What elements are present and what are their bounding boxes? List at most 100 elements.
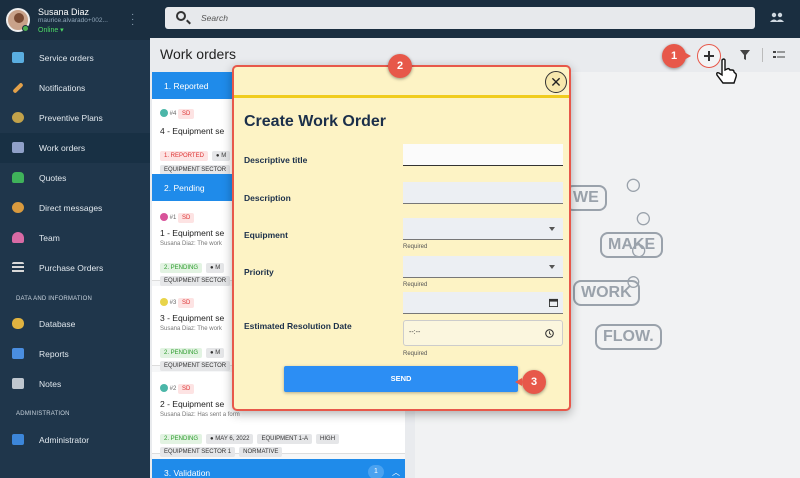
sector-badge: EQUIPMENT SECTOR — [160, 361, 231, 371]
sidebar-item-label: Notes — [39, 379, 62, 389]
profile-panel[interactable]: Susana Diaz maurice.alvarado+002... Onli… — [0, 0, 150, 40]
priority-badge: HIGH — [316, 434, 340, 444]
step-marker-3: 3 — [522, 370, 546, 394]
sidebar-item-label: Team — [39, 233, 60, 243]
descriptive-title-input[interactable] — [403, 144, 563, 166]
section-data-information: DATA AND INFORMATION — [16, 296, 93, 302]
section-administration: ADMINISTRATION — [16, 411, 70, 417]
sidebar-item-quotes[interactable]: Quotes — [0, 163, 150, 193]
order-comment: Susana Diaz: The work — [160, 326, 222, 332]
sidebar-item-notifications[interactable]: Notifications — [0, 73, 150, 103]
team-icon — [12, 232, 24, 243]
calendar-icon — [12, 112, 24, 123]
sidebar-item-preventive-plans[interactable]: Preventive Plans — [0, 103, 150, 133]
sidebar-item-label: Service orders — [39, 53, 94, 63]
user-badge: SD — [178, 298, 195, 308]
online-status-dot — [22, 25, 29, 32]
required-hint: Required — [403, 244, 428, 250]
briefcase-icon — [12, 52, 24, 63]
order-comment: Susana Diaz: The work — [160, 241, 222, 247]
sidebar-item-label: Quotes — [39, 173, 67, 183]
order-title: 4 - Equipment se — [160, 126, 225, 136]
sidebar-item-label: Database — [39, 319, 76, 329]
order-title: 1 - Equipment se — [160, 228, 225, 238]
close-icon: ✕ — [550, 74, 562, 90]
sidebar-item-purchase-orders[interactable]: Purchase Orders — [0, 253, 150, 283]
normative-badge: NORMATIVE — [239, 447, 283, 457]
group-header-validation[interactable]: 3. Validation 1 ︿ — [152, 459, 405, 478]
calendar-icon[interactable] — [549, 298, 558, 307]
plus-icon-vertical — [708, 51, 710, 61]
order-title: 2 - Equipment se — [160, 399, 225, 409]
sidebar-item-administrator[interactable]: Administrator — [0, 425, 150, 455]
create-work-order-modal: ✕ Create Work Order Descriptive title De… — [232, 65, 571, 411]
close-button[interactable]: ✕ — [545, 71, 567, 93]
people-icon[interactable] — [770, 12, 784, 22]
toolbox-icon — [12, 142, 24, 153]
date-input[interactable] — [403, 292, 563, 314]
search-icon — [176, 11, 186, 21]
order-comment: Susana Diaz: Has sent a form — [160, 412, 240, 418]
sidebar-item-database[interactable]: Database — [0, 309, 150, 339]
profile-status[interactable]: Online ▾ — [38, 26, 64, 34]
chat-icon — [12, 202, 24, 213]
page-title: Work orders — [160, 46, 236, 62]
required-hint: Required — [403, 282, 428, 288]
profile-email: maurice.alvarado+002... — [38, 17, 108, 24]
order-number: #3 — [169, 300, 177, 306]
checklist-icon[interactable] — [773, 50, 785, 60]
sidebar-item-label: Preventive Plans — [39, 113, 103, 123]
sidebar-item-direct-messages[interactable]: Direct messages — [0, 193, 150, 223]
profile-name: Susana Diaz — [38, 7, 90, 17]
reports-icon — [12, 348, 24, 359]
more-vertical-icon[interactable]: · · · — [131, 10, 134, 30]
step-marker-1: 1 — [662, 44, 686, 68]
modal-title: Create Work Order — [244, 113, 386, 130]
send-button[interactable]: SEND — [284, 366, 518, 392]
sidebar-item-work-orders[interactable]: Work orders — [0, 133, 150, 163]
step-pointer — [515, 378, 522, 386]
robot-illustration — [626, 178, 650, 288]
group-label: 3. Validation — [164, 468, 211, 478]
sidebar-item-reports[interactable]: Reports — [0, 339, 150, 369]
search-bar[interactable]: Search — [165, 7, 755, 29]
search-input[interactable]: Search — [201, 13, 228, 23]
order-number: #2 — [169, 386, 177, 392]
sidebar-item-team[interactable]: Team — [0, 223, 150, 253]
priority-select[interactable] — [403, 256, 563, 278]
sidebar-item-notes[interactable]: Notes — [0, 369, 150, 399]
group-label: 2. Pending — [164, 183, 205, 193]
order-number: #4 — [169, 111, 177, 117]
descriptive-title-label: Descriptive title — [244, 155, 308, 165]
required-hint: Required — [403, 351, 428, 357]
description-input[interactable] — [403, 182, 563, 204]
database-icon — [12, 318, 24, 329]
folder-icon — [12, 378, 24, 389]
sidebar: Susana Diaz maurice.alvarado+002... Onli… — [0, 0, 150, 478]
chevron-up-icon[interactable]: ︿ — [392, 467, 400, 478]
caret-down-icon — [549, 227, 555, 231]
priority-label: Priority — [244, 267, 274, 277]
user-badge: SD — [178, 213, 195, 223]
group-label: 1. Reported — [164, 81, 209, 91]
step-marker-2: 2 — [388, 54, 412, 78]
modal-accent-line — [234, 95, 569, 98]
admin-icon — [12, 434, 24, 445]
order-number: #1 — [169, 215, 177, 221]
equipment-label: Equipment — [244, 230, 288, 240]
filter-icon[interactable] — [740, 50, 750, 60]
time-input[interactable]: --:-- — [403, 320, 563, 346]
sliders-icon — [12, 262, 24, 273]
sidebar-item-service-orders[interactable]: Service orders — [0, 43, 150, 73]
illustration-word: WE — [565, 185, 607, 211]
sidebar-item-label: Work orders — [39, 143, 86, 153]
estimated-date-label: Estimated Resolution Date — [244, 321, 352, 331]
clock-icon[interactable] — [545, 329, 554, 338]
group-count: 1 — [368, 465, 384, 478]
equipment-select[interactable] — [403, 218, 563, 240]
hand-cursor-icon — [716, 58, 738, 84]
wrench-icon — [12, 82, 24, 94]
order-title: 3 - Equipment se — [160, 313, 225, 323]
sector-badge: EQUIPMENT SECTOR 1 — [160, 447, 236, 457]
step-pointer — [684, 52, 691, 60]
